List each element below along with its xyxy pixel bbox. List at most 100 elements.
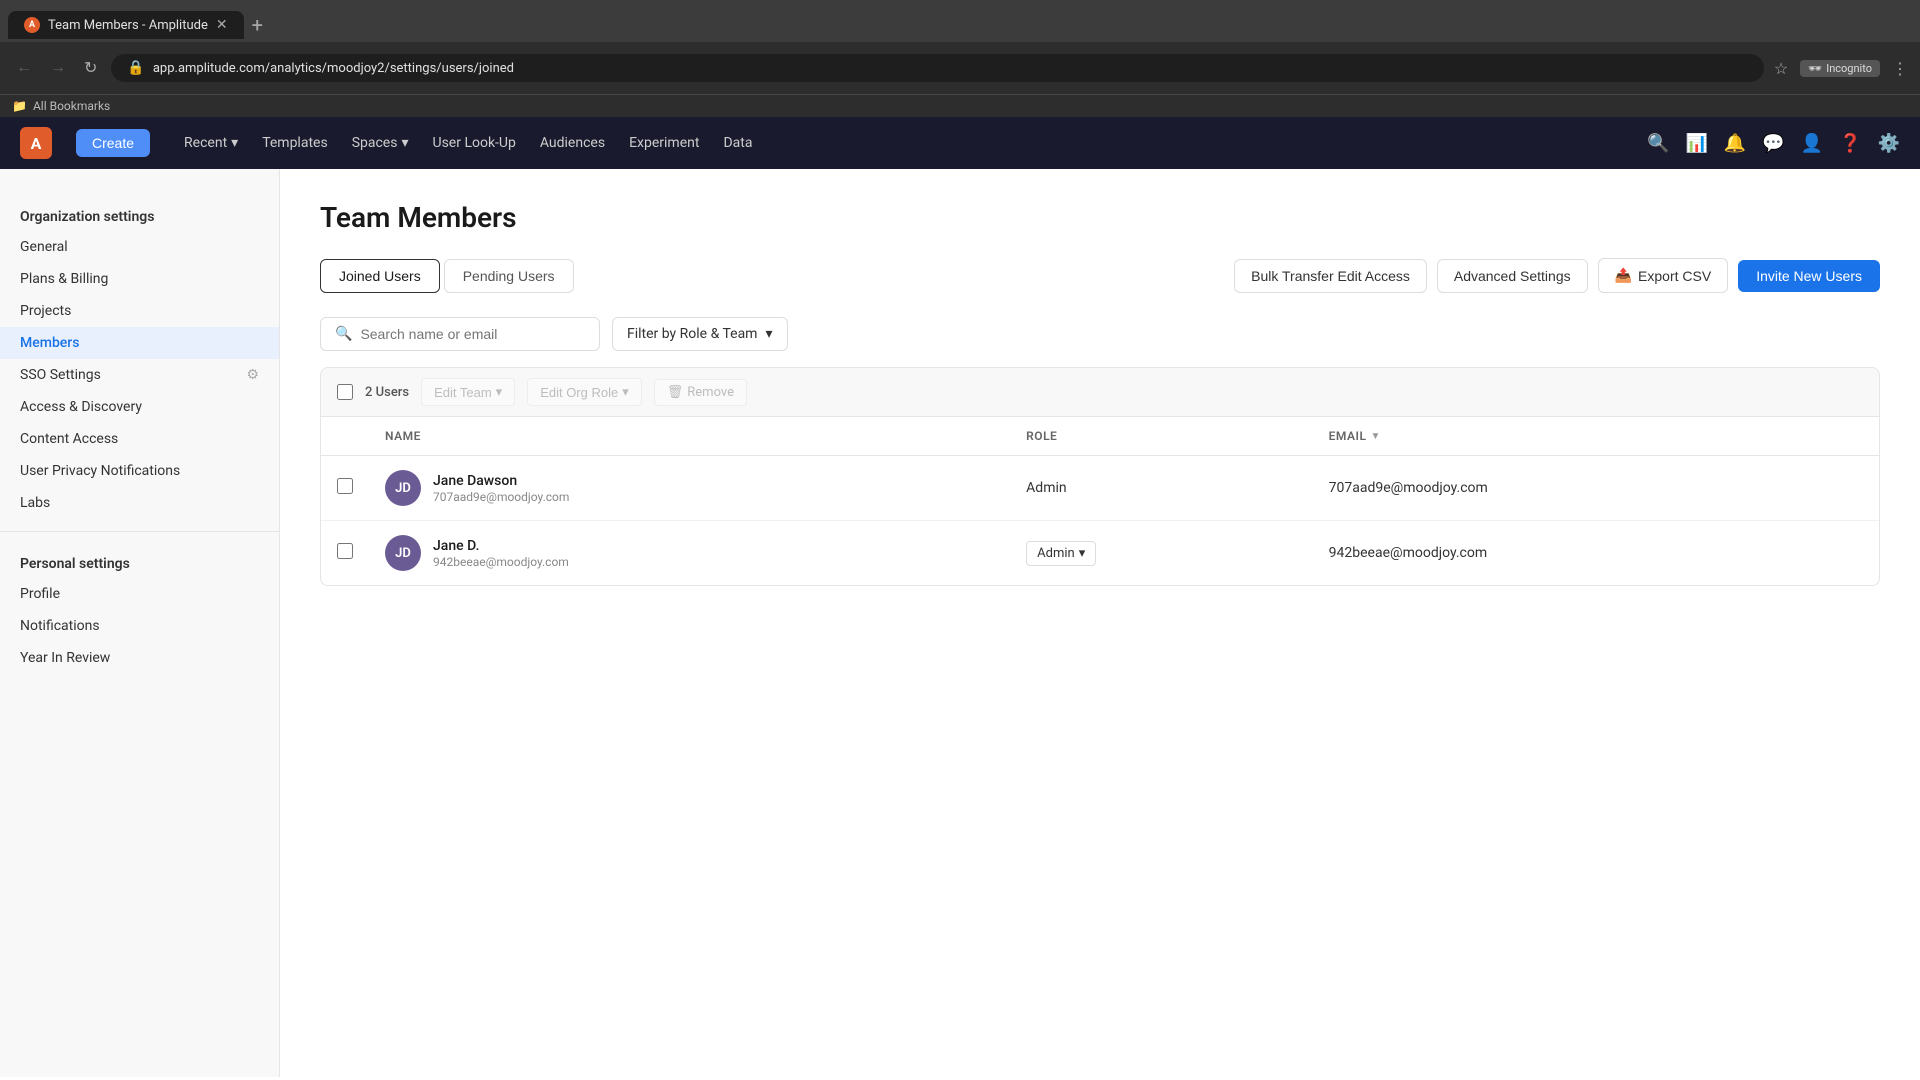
bookmarks-bar: 📁 All Bookmarks: [0, 94, 1920, 117]
browser-actions: ☆ 🕶 Incognito ⋮: [1774, 59, 1908, 78]
personal-section-title: Personal settings: [0, 544, 279, 578]
tab-favicon: A: [24, 17, 40, 33]
org-section-title: Organization settings: [0, 197, 279, 231]
chevron-down-icon: ▾: [231, 135, 238, 151]
nav-right: 🔍 📊 🔔 💬 👤 ❓ ⚙️: [1647, 133, 1900, 154]
url-text: app.amplitude.com/analytics/moodjoy2/set…: [153, 61, 514, 76]
sidebar: Organization settings General Plans & Bi…: [0, 169, 280, 1077]
app: A Create Recent ▾ Templates Spaces ▾ Use…: [0, 117, 1920, 1077]
nav-item-spaces[interactable]: Spaces ▾: [342, 129, 419, 157]
filter-label: Filter by Role & Team: [627, 326, 757, 342]
reload-button[interactable]: ↻: [80, 54, 101, 82]
search-icon[interactable]: 🔍: [1647, 133, 1669, 154]
nav-item-audiences[interactable]: Audiences: [530, 129, 615, 157]
settings-icon[interactable]: ⚙️: [1878, 133, 1900, 154]
sidebar-item-labs[interactable]: Labs: [0, 487, 279, 519]
tab-joined-users[interactable]: Joined Users: [320, 259, 440, 293]
sidebar-item-user-privacy-notifications[interactable]: User Privacy Notifications: [0, 455, 279, 487]
nav-item-templates[interactable]: Templates: [252, 129, 338, 157]
edit-org-role-button[interactable]: Edit Org Role ▾: [527, 378, 642, 406]
bookmarks-label: All Bookmarks: [33, 99, 110, 113]
bookmarks-folder-icon: 📁: [12, 99, 27, 113]
sort-icon: ▼: [1370, 431, 1380, 442]
sidebar-item-profile[interactable]: Profile: [0, 578, 279, 610]
nav-item-userlookup[interactable]: User Look-Up: [423, 129, 526, 157]
sidebar-item-access-discovery[interactable]: Access & Discovery: [0, 391, 279, 423]
help-icon[interactable]: ❓: [1839, 133, 1861, 154]
nav-item-experiment[interactable]: Experiment: [619, 129, 709, 157]
main-content: Team Members Joined Users Pending Users …: [280, 169, 1920, 1077]
advanced-settings-button[interactable]: Advanced Settings: [1437, 259, 1588, 293]
sidebar-item-projects[interactable]: Projects: [0, 295, 279, 327]
sidebar-item-general[interactable]: General: [0, 231, 279, 263]
chevron-down-icon: ▾: [496, 384, 503, 400]
main-layout: Organization settings General Plans & Bi…: [0, 169, 1920, 1077]
row-checkbox[interactable]: [337, 478, 353, 494]
person-icon[interactable]: 👤: [1801, 133, 1823, 154]
active-tab[interactable]: A Team Members - Amplitude ✕: [8, 11, 244, 39]
sidebar-item-content-access[interactable]: Content Access: [0, 423, 279, 455]
chevron-down-icon: ▾: [622, 384, 629, 400]
bell-icon[interactable]: 🔔: [1724, 133, 1746, 154]
browser-tabs: A Team Members - Amplitude ✕ +: [0, 0, 1920, 42]
search-box[interactable]: 🔍: [320, 317, 600, 351]
user-email: 942beeae@moodjoy.com: [433, 555, 569, 569]
filter-dropdown[interactable]: Filter by Role & Team ▾: [612, 317, 788, 351]
user-email-col: 942beeae@moodjoy.com: [1329, 545, 1487, 561]
browser-nav: ← → ↻ 🔒 app.amplitude.com/analytics/mood…: [0, 42, 1920, 94]
edit-team-button[interactable]: Edit Team ▾: [421, 378, 515, 406]
tab-pending-users[interactable]: Pending Users: [444, 259, 574, 293]
col-role: ROLE: [1010, 417, 1312, 456]
sidebar-item-notifications[interactable]: Notifications: [0, 610, 279, 642]
search-icon: 🔍: [335, 326, 352, 342]
trash-icon: 🗑: [667, 385, 684, 400]
browser-chrome: A Team Members - Amplitude ✕ + ← → ↻ 🔒 a…: [0, 0, 1920, 117]
table-row: JD Jane D. 942beeae@moodjoy.com Admin: [321, 521, 1879, 586]
tab-close-button[interactable]: ✕: [216, 17, 228, 33]
new-tab-button[interactable]: +: [252, 13, 263, 37]
sidebar-item-sso-settings[interactable]: SSO Settings ⚙: [0, 359, 279, 391]
create-button[interactable]: Create: [76, 129, 150, 157]
nav-items: Recent ▾ Templates Spaces ▾ User Look-Up…: [174, 129, 762, 157]
forward-button[interactable]: →: [46, 55, 70, 81]
user-email: 707aad9e@moodjoy.com: [433, 490, 569, 504]
avatar: JD: [385, 470, 421, 506]
tab-actions: Bulk Transfer Edit Access Advanced Setti…: [1234, 258, 1880, 293]
sidebar-item-members[interactable]: Members: [0, 327, 279, 359]
nav-item-recent[interactable]: Recent ▾: [174, 129, 248, 157]
invite-users-button[interactable]: Invite New Users: [1738, 260, 1880, 292]
row-checkbox[interactable]: [337, 543, 353, 559]
user-email-col: 707aad9e@moodjoy.com: [1329, 480, 1488, 496]
nav-item-data[interactable]: Data: [713, 129, 762, 157]
analytics-icon[interactable]: 📊: [1685, 133, 1707, 154]
sidebar-divider: [0, 531, 279, 532]
table-container: 2 Users Edit Team ▾ Edit Org Role ▾ 🗑 Re…: [320, 367, 1880, 586]
search-input[interactable]: [360, 326, 560, 342]
back-button[interactable]: ←: [12, 55, 36, 81]
chat-icon[interactable]: 💬: [1762, 133, 1784, 154]
chevron-down-icon: ▾: [765, 326, 772, 342]
tab-title: Team Members - Amplitude: [48, 18, 208, 33]
user-cell: JD Jane Dawson 707aad9e@moodjoy.com: [385, 470, 994, 506]
incognito-badge: 🕶 Incognito: [1800, 60, 1880, 77]
export-csv-button[interactable]: 📤 Export CSV: [1598, 258, 1729, 293]
select-all-checkbox[interactable]: [337, 384, 353, 400]
sidebar-item-year-in-review[interactable]: Year In Review: [0, 642, 279, 674]
chevron-down-icon: ▾: [401, 135, 408, 151]
bookmark-icon[interactable]: ☆: [1774, 59, 1788, 78]
user-role: Admin: [1026, 480, 1066, 496]
address-bar[interactable]: 🔒 app.amplitude.com/analytics/moodjoy2/s…: [111, 54, 1763, 82]
top-nav: A Create Recent ▾ Templates Spaces ▾ Use…: [0, 117, 1920, 169]
sidebar-item-plans-billing[interactable]: Plans & Billing: [0, 263, 279, 295]
logo[interactable]: A: [20, 127, 52, 159]
user-cell: JD Jane D. 942beeae@moodjoy.com: [385, 535, 994, 571]
role-dropdown[interactable]: Admin ▾: [1026, 541, 1096, 566]
tabs-row: Joined Users Pending Users Bulk Transfer…: [320, 258, 1880, 293]
page-title: Team Members: [320, 201, 1880, 234]
menu-icon[interactable]: ⋮: [1892, 59, 1908, 78]
col-email[interactable]: EMAIL ▼: [1313, 417, 1879, 456]
bulk-transfer-button[interactable]: Bulk Transfer Edit Access: [1234, 259, 1427, 293]
users-count: 2 Users: [365, 385, 409, 400]
remove-button[interactable]: 🗑 Remove: [654, 379, 747, 406]
bulk-actions-bar: 2 Users Edit Team ▾ Edit Org Role ▾ 🗑 Re…: [321, 368, 1879, 417]
